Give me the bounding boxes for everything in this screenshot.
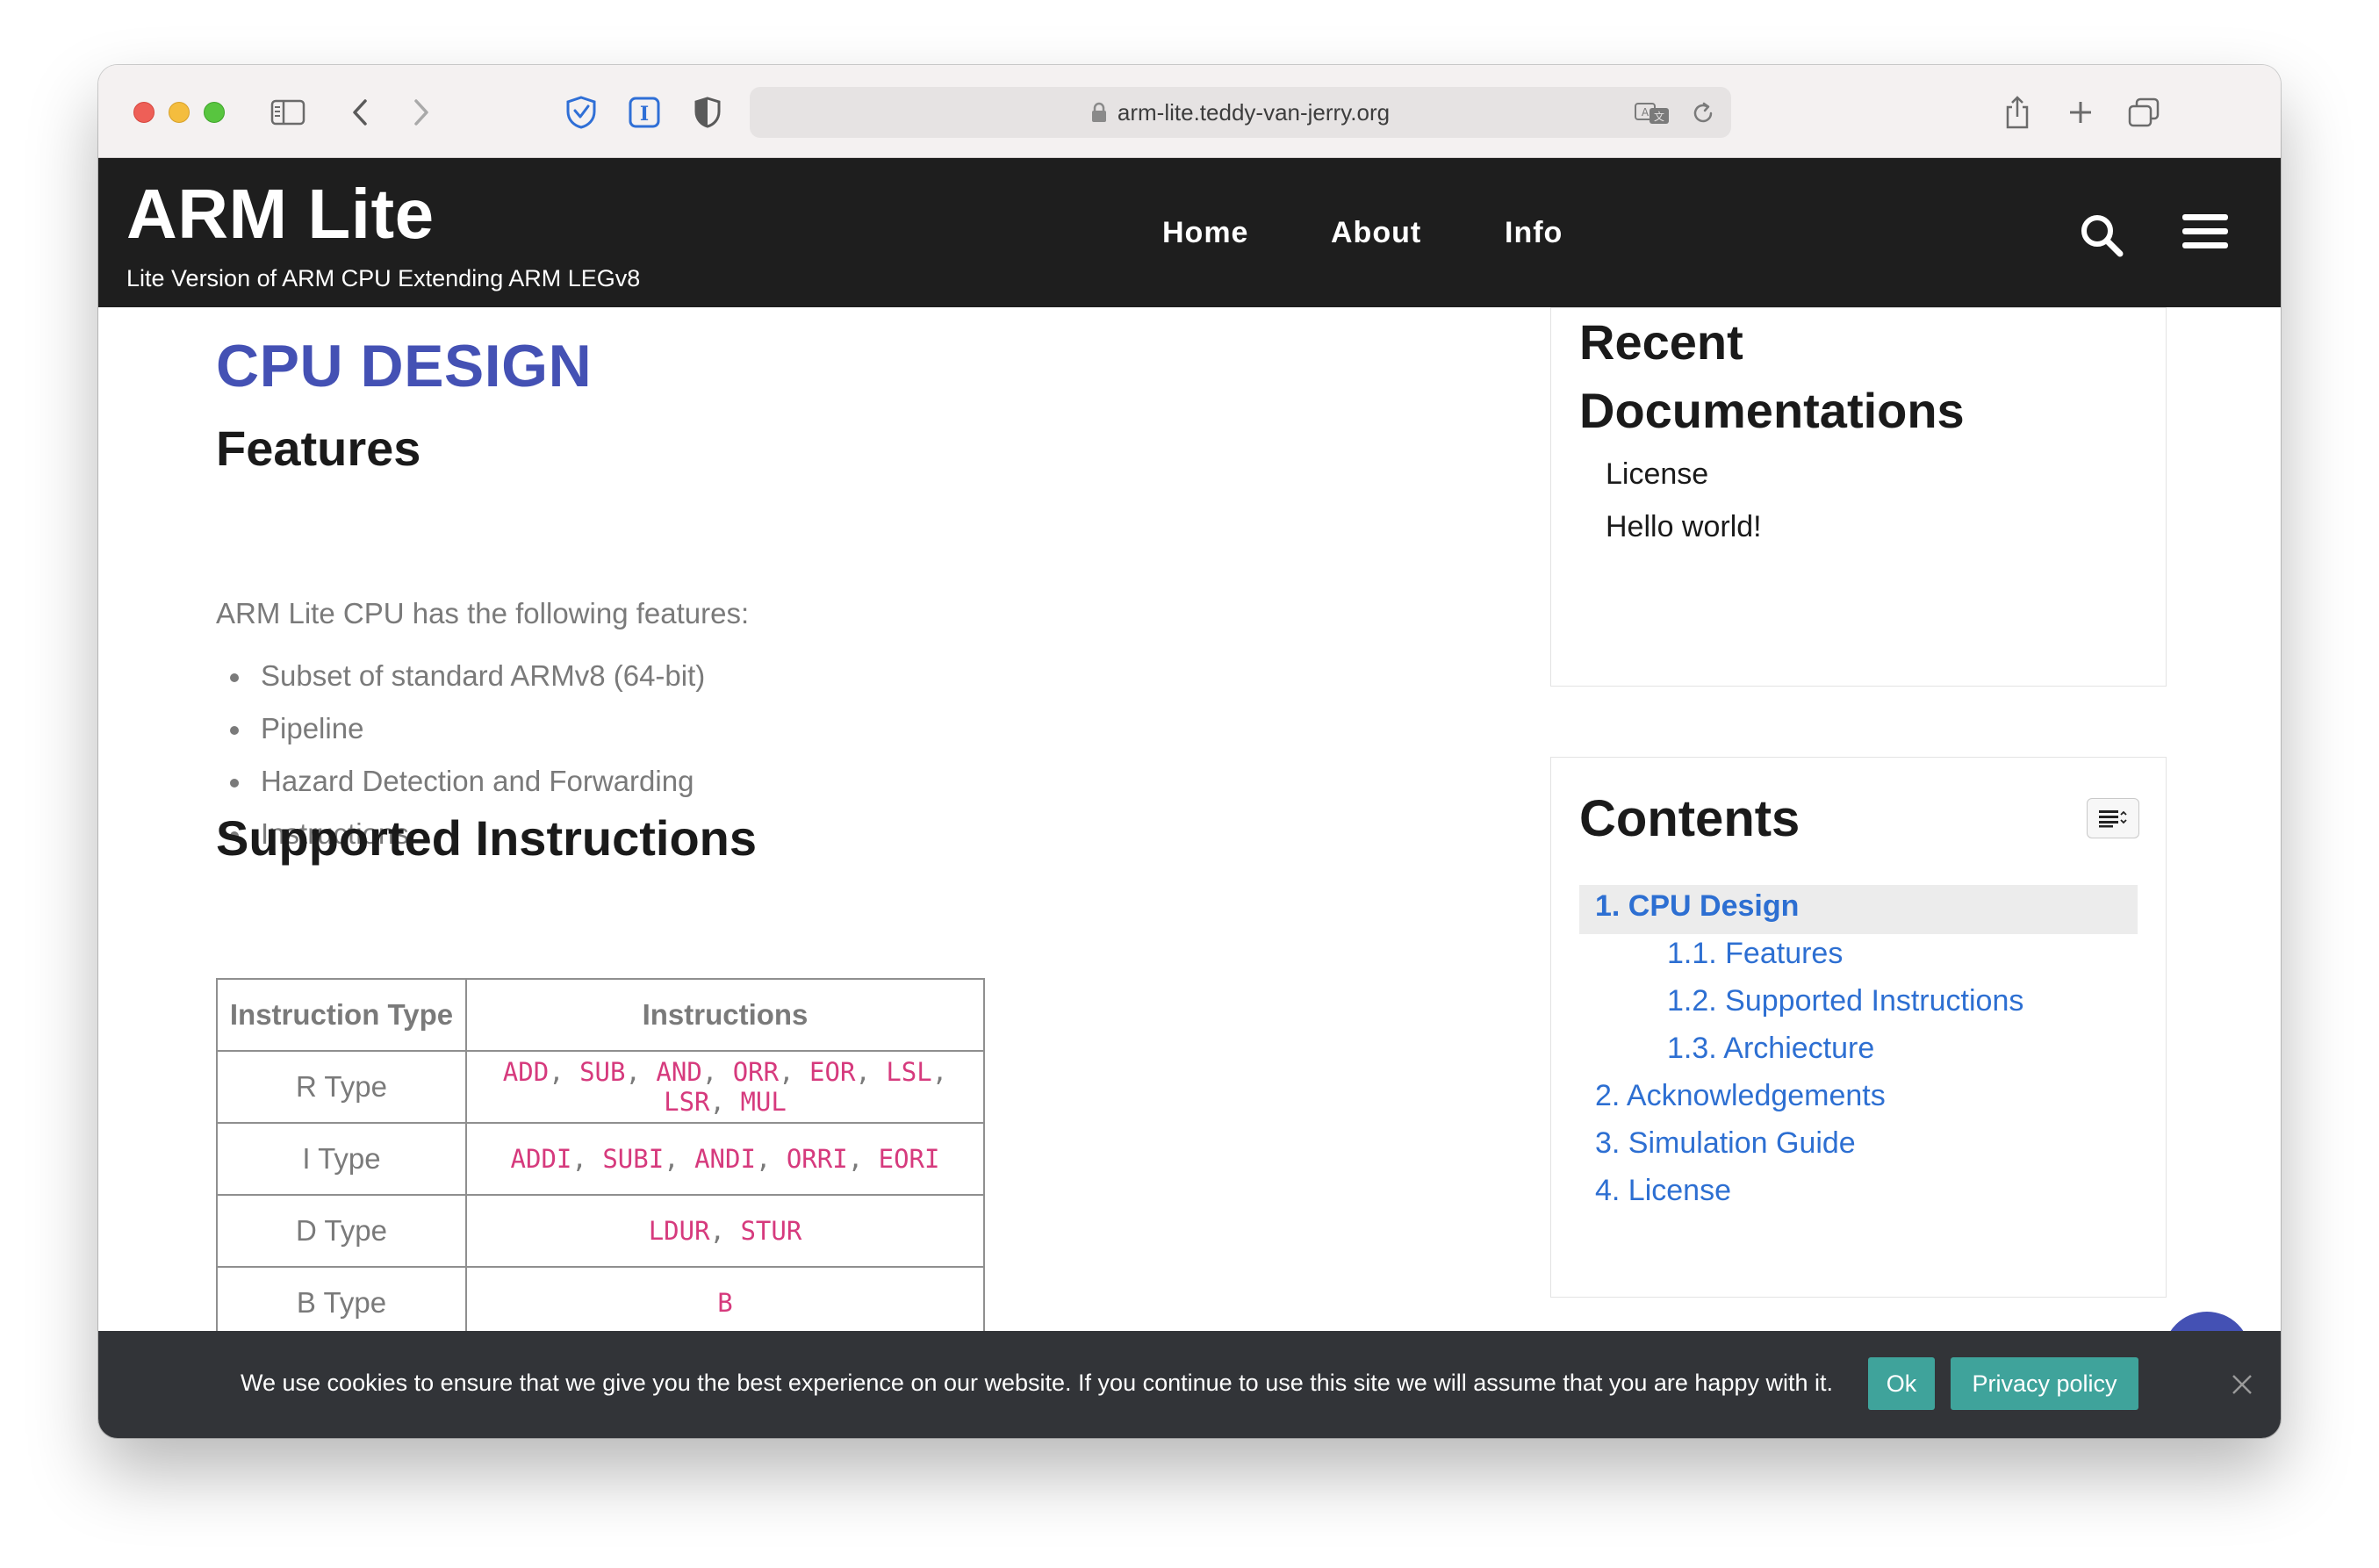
- list-item: Subset of standard ARMv8 (64-bit): [216, 650, 705, 702]
- privacy-shield-icon[interactable]: [688, 95, 727, 130]
- close-window-button[interactable]: [133, 102, 155, 123]
- nav-about[interactable]: About: [1331, 216, 1421, 250]
- instruction-code: LSL: [886, 1057, 932, 1087]
- instruction-code: ADD: [502, 1057, 550, 1087]
- instruction-type-cell: R Type: [216, 1050, 467, 1124]
- toc-widget: Contents 1. CPU Design 1.1. Features 1.2…: [1550, 757, 2167, 1298]
- address-bar[interactable]: arm-lite.teddy-van-jerry.org A文: [750, 87, 1731, 138]
- recent-doc-link[interactable]: Hello world!: [1606, 510, 1762, 544]
- instruction-type-cell: I Type: [216, 1122, 467, 1196]
- instruction-code: LDUR: [648, 1216, 710, 1246]
- instructions-cell: B: [465, 1266, 985, 1340]
- nav-home[interactable]: Home: [1162, 216, 1248, 250]
- table-row: R Type ADD, SUB, AND, ORR, EOR, LSL, LSR,…: [216, 1050, 985, 1124]
- share-icon[interactable]: [1998, 95, 2037, 130]
- toc-link-acknowledgements[interactable]: 2. Acknowledgements: [1595, 1079, 1886, 1113]
- instruction-code: ADDI: [510, 1144, 572, 1174]
- svg-text:I: I: [640, 103, 649, 126]
- site-tagline: Lite Version of ARM CPU Extending ARM LE…: [126, 265, 641, 291]
- table-header-instructions: Instructions: [465, 978, 985, 1052]
- menu-icon[interactable]: [2179, 207, 2232, 256]
- cookie-message: We use cookies to ensure that we give yo…: [241, 1370, 1833, 1396]
- instruction-code: SUB: [579, 1057, 626, 1087]
- toc-link-cpu-design[interactable]: 1. CPU Design: [1595, 889, 1799, 924]
- toc-link-supported-instructions[interactable]: 1.2. Supported Instructions: [1667, 984, 2023, 1018]
- instruction-type-cell: B Type: [216, 1266, 467, 1340]
- url-text: arm-lite.teddy-van-jerry.org: [1117, 98, 1391, 126]
- table-header-row: Instruction Type Instructions: [216, 978, 985, 1052]
- back-icon[interactable]: [341, 95, 379, 130]
- features-intro: ARM Lite CPU has the following features:: [216, 597, 750, 629]
- cookie-ok-button[interactable]: Ok: [1868, 1357, 1935, 1410]
- instruction-code: ORR: [732, 1057, 780, 1087]
- instruction-code: B: [717, 1288, 733, 1318]
- instruction-code: AND: [656, 1057, 702, 1087]
- instructions-cell: LDUR, STUR: [465, 1194, 985, 1268]
- instruction-code: SUBI: [602, 1144, 665, 1174]
- toc-toggle-button[interactable]: [2087, 798, 2139, 838]
- nav-info[interactable]: Info: [1505, 216, 1563, 250]
- list-item: Hazard Detection and Forwarding: [216, 755, 705, 808]
- instruction-code: LSR: [664, 1087, 710, 1117]
- toc-link-simulation-guide[interactable]: 3. Simulation Guide: [1595, 1126, 1856, 1161]
- zoom-window-button[interactable]: [204, 102, 225, 123]
- instruction-code: ANDI: [694, 1144, 756, 1174]
- instructions-heading: Supported Instructions: [216, 810, 757, 866]
- instruction-code: MUL: [740, 1087, 787, 1117]
- tab-overview-icon[interactable]: [2124, 95, 2163, 130]
- instruction-type-cell: D Type: [216, 1194, 467, 1268]
- recent-docs-title: Recent Documentations: [1579, 314, 1965, 438]
- instructions-cell: ADD, SUB, AND, ORR, EOR, LSL, LSR, MUL: [465, 1050, 985, 1124]
- close-icon[interactable]: [2227, 1370, 2257, 1399]
- reload-icon[interactable]: [1691, 101, 1715, 126]
- forward-icon[interactable]: [402, 95, 441, 130]
- instructions-cell: ADDI, SUBI, ANDI, ORRI, EORI: [465, 1122, 985, 1196]
- svg-text:文: 文: [1654, 110, 1664, 123]
- list-toggle-icon: [2099, 810, 2127, 828]
- new-tab-icon[interactable]: [2061, 95, 2100, 130]
- privacy-policy-button[interactable]: Privacy policy: [1951, 1357, 2138, 1410]
- minimize-window-button[interactable]: [169, 102, 190, 123]
- toc-link-features[interactable]: 1.1. Features: [1667, 937, 1843, 971]
- table-row: B Type B: [216, 1266, 985, 1340]
- list-item: Pipeline: [216, 702, 705, 755]
- instruction-code: EORI: [878, 1144, 940, 1174]
- toc-link-license[interactable]: 4. License: [1595, 1174, 1731, 1208]
- instruction-code: EOR: [809, 1057, 856, 1087]
- shield-extension-icon[interactable]: [562, 95, 600, 130]
- features-heading: Features: [216, 421, 421, 476]
- recent-doc-link[interactable]: License: [1606, 457, 1708, 492]
- svg-text:A: A: [1642, 106, 1649, 119]
- site-header: ARM Lite Lite Version of ARM CPU Extendi…: [98, 158, 2281, 307]
- browser-window: I arm-lite.teddy-van-jerry.org A文 ARM Li…: [98, 65, 2281, 1438]
- translate-icon[interactable]: A文: [1635, 101, 1670, 126]
- recent-docs-widget: Recent Documentations License Hello worl…: [1550, 307, 2167, 687]
- site-title[interactable]: ARM Lite: [126, 174, 435, 255]
- text-cursor-extension-icon[interactable]: I: [625, 95, 664, 130]
- cookie-banner: We use cookies to ensure that we give yo…: [98, 1331, 2281, 1438]
- table-row: I Type ADDI, SUBI, ANDI, ORRI, EORI: [216, 1122, 985, 1196]
- page-title: CPU DESIGN: [216, 333, 593, 399]
- sidebar-toggle-icon[interactable]: [269, 95, 307, 130]
- instruction-code: ORRI: [786, 1144, 848, 1174]
- toc-title: Contents: [1579, 790, 1800, 847]
- lock-icon: [1091, 102, 1107, 123]
- browser-toolbar: I arm-lite.teddy-van-jerry.org A文: [98, 65, 2281, 158]
- table-header-type: Instruction Type: [216, 978, 467, 1052]
- instruction-code: STUR: [740, 1216, 802, 1246]
- search-icon[interactable]: [2077, 211, 2126, 260]
- table-row: D Type LDUR, STUR: [216, 1194, 985, 1268]
- toc-link-architecture[interactable]: 1.3. Archiecture: [1667, 1032, 1874, 1066]
